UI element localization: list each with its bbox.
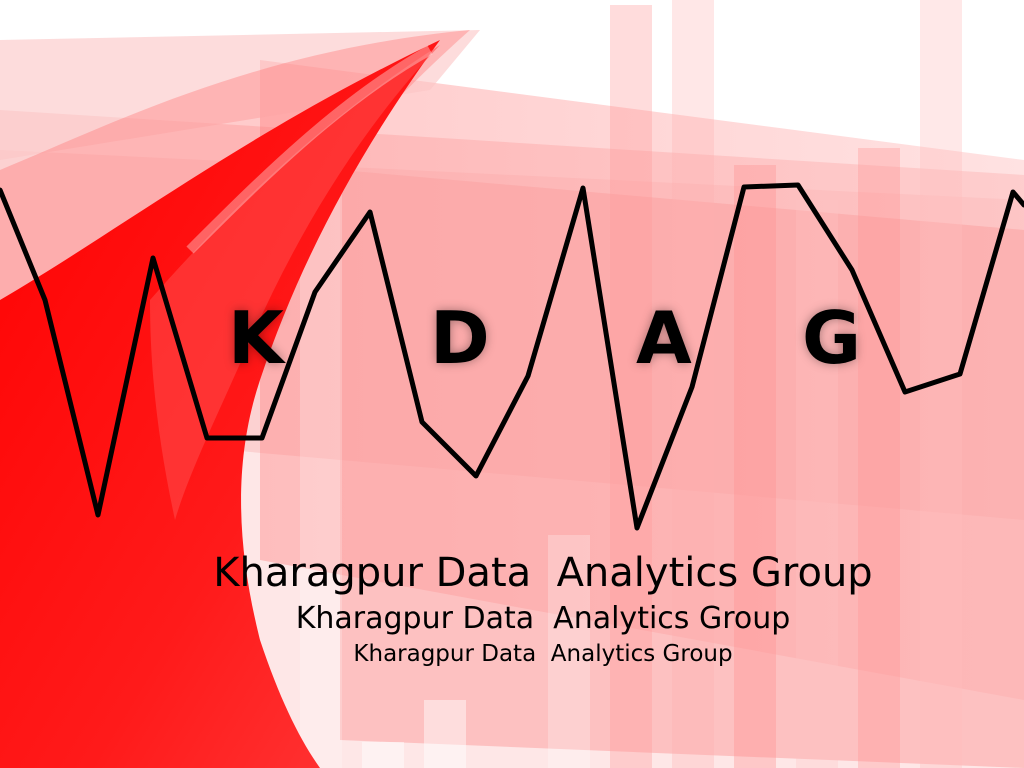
decor-bar xyxy=(734,165,776,768)
tagline-small: Kharagpur Data Analytics Group xyxy=(353,641,733,667)
decor-bar xyxy=(796,200,838,768)
decor-bar xyxy=(858,148,900,768)
logo-letter-a: A xyxy=(636,296,692,380)
poster: K D A G Kharagpur Data Analytics Group K… xyxy=(0,0,1024,768)
logo-letter-k: K xyxy=(228,296,284,380)
logo-letter-d: D xyxy=(430,296,490,380)
tagline-medium: Kharagpur Data Analytics Group xyxy=(295,601,791,636)
decor-bar xyxy=(362,742,404,768)
logo-letter-g: G xyxy=(802,296,862,380)
tagline-large: Kharagpur Data Analytics Group xyxy=(213,550,873,596)
decor-bar xyxy=(424,700,466,768)
